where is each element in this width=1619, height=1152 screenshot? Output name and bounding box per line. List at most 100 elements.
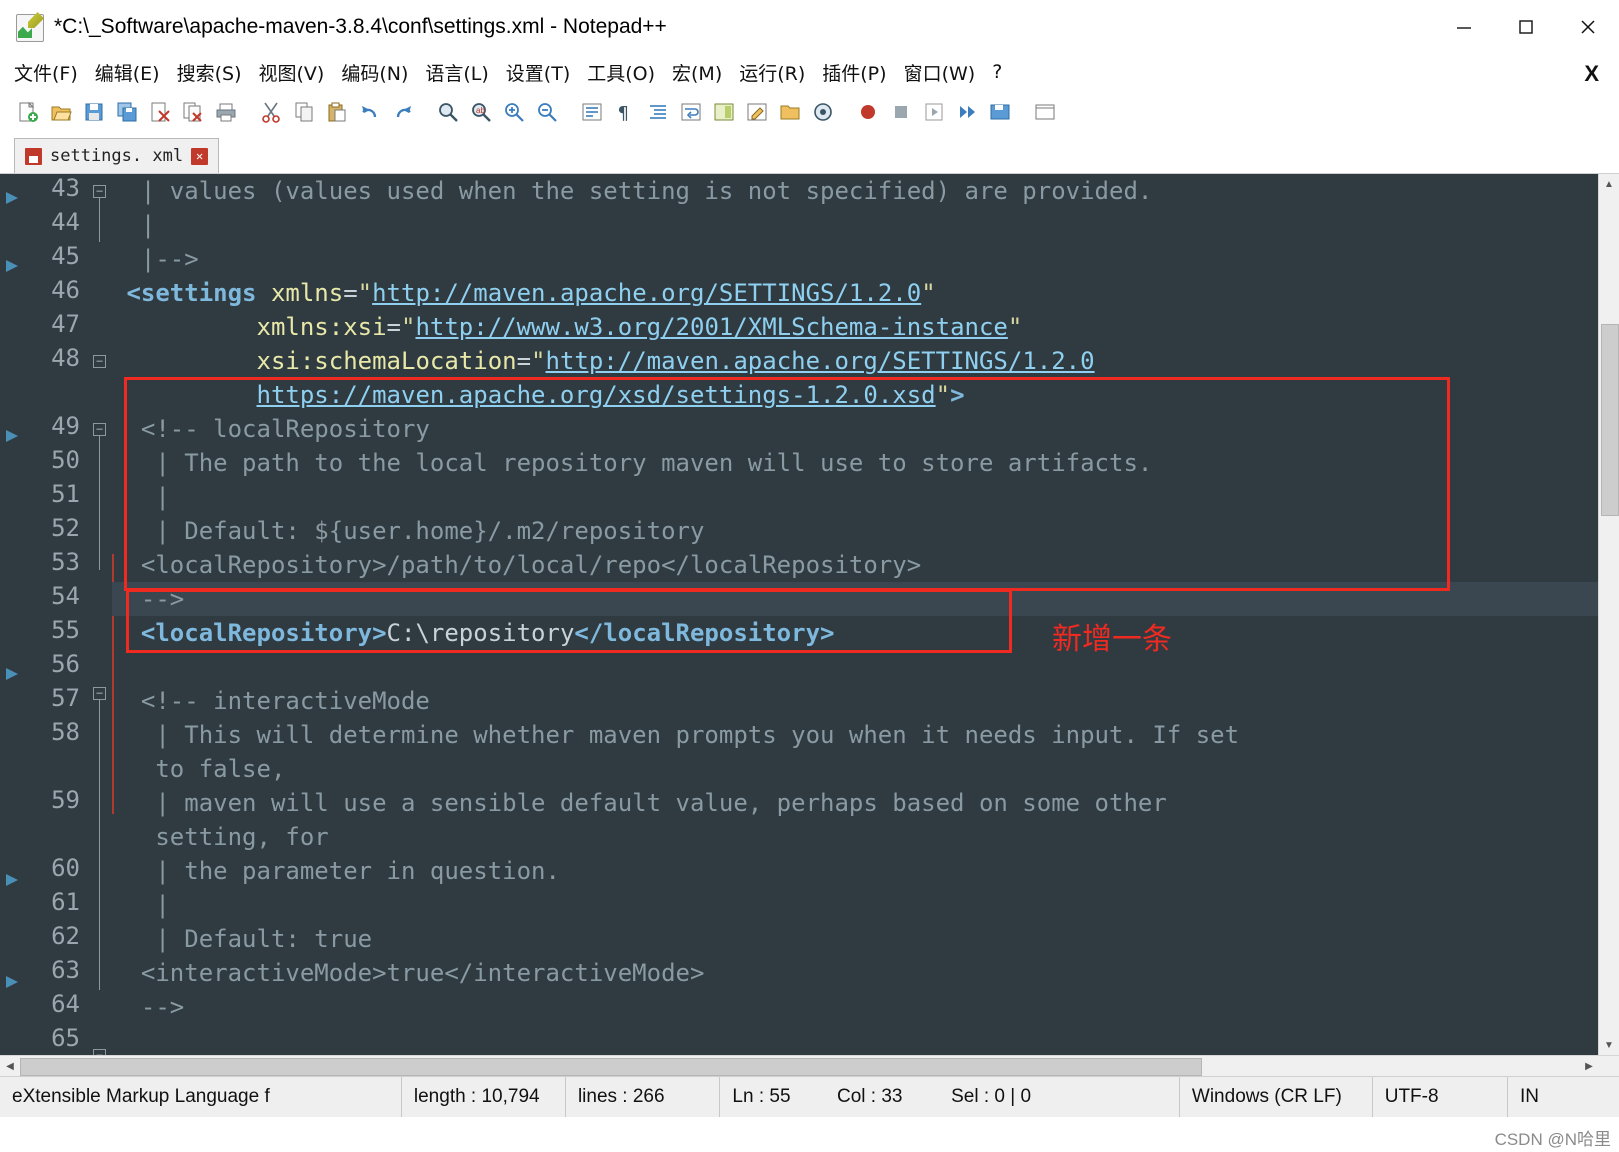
code-line[interactable]: | values (values used when the setting i… bbox=[112, 174, 1619, 208]
fold-column[interactable]: – – – – – bbox=[90, 174, 112, 1055]
zoom-in-icon[interactable] bbox=[500, 98, 528, 126]
fold-toggle[interactable]: – bbox=[93, 687, 106, 700]
status-encoding[interactable]: UTF-8 bbox=[1373, 1077, 1509, 1117]
code-text[interactable]: | values (values used when the setting i… bbox=[112, 174, 1619, 1055]
horizontal-scrollbar[interactable]: ◀ ▶ bbox=[0, 1055, 1619, 1076]
code-line[interactable]: xsi:schemaLocation="http://maven.apache.… bbox=[112, 344, 1619, 378]
indent-guide-icon[interactable] bbox=[644, 98, 672, 126]
run-icon[interactable] bbox=[1031, 98, 1059, 126]
new-file-icon[interactable] bbox=[14, 98, 42, 126]
menu-item-help[interactable]: ? bbox=[992, 61, 1002, 83]
code-line[interactable] bbox=[112, 1024, 1619, 1055]
fold-toggle[interactable]: – bbox=[93, 185, 106, 198]
status-language[interactable]: eXtensible Markup Language f bbox=[0, 1077, 402, 1117]
scroll-right-arrow[interactable]: ▶ bbox=[1579, 1056, 1599, 1076]
menu-item-run[interactable]: 运行(R) bbox=[739, 59, 805, 86]
scroll-down-arrow[interactable]: ▼ bbox=[1599, 1035, 1619, 1055]
bookmark-marker bbox=[6, 260, 18, 272]
line-number: 58 bbox=[51, 718, 80, 746]
replace-icon[interactable]: ab bbox=[467, 98, 495, 126]
code-line[interactable]: <!-- interactiveMode bbox=[112, 684, 1619, 718]
code-canvas[interactable]: | values (values used when the setting i… bbox=[112, 174, 1619, 1055]
record-macro-icon[interactable] bbox=[854, 98, 882, 126]
code-line[interactable]: https://maven.apache.org/xsd/settings-1.… bbox=[112, 378, 1619, 412]
scroll-up-arrow[interactable]: ▲ bbox=[1599, 174, 1619, 194]
menu-item-language[interactable]: 语言(L) bbox=[425, 59, 488, 86]
code-line[interactable]: | bbox=[112, 480, 1619, 514]
find-icon[interactable] bbox=[434, 98, 462, 126]
code-line[interactable]: | maven will use a sensible default valu… bbox=[112, 786, 1619, 854]
status-insert-mode[interactable]: IN bbox=[1508, 1077, 1619, 1117]
monitoring-icon[interactable] bbox=[809, 98, 837, 126]
show-all-characters-icon[interactable]: ¶ bbox=[611, 98, 639, 126]
code-line[interactable]: | Default: ${user.home}/.m2/repository bbox=[112, 514, 1619, 548]
redo-icon[interactable] bbox=[389, 98, 417, 126]
code-line[interactable]: | Default: true bbox=[112, 922, 1619, 956]
close-all-icon[interactable] bbox=[179, 98, 207, 126]
maximize-icon[interactable] bbox=[1495, 0, 1557, 54]
stop-recording-icon[interactable] bbox=[887, 98, 915, 126]
play-multiple-icon[interactable] bbox=[953, 98, 981, 126]
code-line[interactable]: <localRepository>C:\repository</localRep… bbox=[112, 616, 1619, 650]
minimize-icon[interactable] bbox=[1433, 0, 1495, 54]
user-defined-language-icon[interactable] bbox=[743, 98, 771, 126]
status-eol[interactable]: Windows (CR LF) bbox=[1180, 1077, 1373, 1117]
close-icon[interactable] bbox=[1557, 0, 1619, 54]
watermark-text: CSDN @N哈里 bbox=[1494, 1130, 1611, 1149]
code-line[interactable]: --> bbox=[112, 990, 1619, 1024]
line-number: 52 bbox=[51, 514, 80, 542]
line-number: 65 bbox=[51, 1024, 80, 1052]
line-number: 53 bbox=[51, 548, 80, 576]
menu-item-settings[interactable]: 设置(T) bbox=[506, 59, 570, 86]
vertical-scrollbar[interactable]: ▲ ▼ bbox=[1598, 174, 1619, 1055]
zoom-out-icon[interactable] bbox=[533, 98, 561, 126]
menu-item-file[interactable]: 文件(F) bbox=[14, 59, 78, 86]
scroll-left-arrow[interactable]: ◀ bbox=[0, 1056, 20, 1076]
open-file-icon[interactable] bbox=[47, 98, 75, 126]
print-icon[interactable] bbox=[212, 98, 240, 126]
copy-icon[interactable] bbox=[290, 98, 318, 126]
editor-area[interactable]: 43 44 45 46 47 48 49 50 51 52 53 54 55 56 57 58 59 60 61 62… bbox=[0, 174, 1619, 1055]
code-line[interactable]: | bbox=[112, 208, 1619, 242]
code-line[interactable]: <interactiveMode>true</interactiveMode> bbox=[112, 956, 1619, 990]
fold-toggle[interactable]: – bbox=[93, 355, 106, 368]
code-line[interactable]: |--> bbox=[112, 242, 1619, 276]
save-macro-icon[interactable] bbox=[986, 98, 1014, 126]
menu-item-search[interactable]: 搜索(S) bbox=[177, 59, 242, 86]
cut-icon[interactable] bbox=[257, 98, 285, 126]
code-line[interactable]: | bbox=[112, 888, 1619, 922]
vertical-scroll-thumb[interactable] bbox=[1601, 324, 1619, 516]
tab-settings-xml[interactable]: settings. xml ✕ bbox=[14, 138, 220, 173]
code-line[interactable]: <settings xmlns="http://maven.apache.org… bbox=[112, 276, 1619, 310]
sync-vertical-scroll-icon[interactable] bbox=[578, 98, 606, 126]
code-line[interactable]: --> bbox=[112, 582, 1619, 616]
code-line[interactable]: <!-- localRepository bbox=[112, 412, 1619, 446]
folder-as-workspace-icon[interactable] bbox=[776, 98, 804, 126]
menu-item-window[interactable]: 窗口(W) bbox=[904, 59, 976, 86]
code-line[interactable] bbox=[112, 650, 1619, 684]
menu-item-edit[interactable]: 编辑(E) bbox=[95, 59, 160, 86]
undo-icon[interactable] bbox=[356, 98, 384, 126]
code-line[interactable]: | the parameter in question. bbox=[112, 854, 1619, 888]
menu-item-view[interactable]: 视图(V) bbox=[259, 59, 325, 86]
save-icon[interactable] bbox=[80, 98, 108, 126]
code-line[interactable]: | The path to the local repository maven… bbox=[112, 446, 1619, 480]
horizontal-scroll-thumb[interactable] bbox=[20, 1058, 1202, 1076]
close-document-button[interactable]: X bbox=[1584, 61, 1599, 87]
code-line[interactable]: <localRepository>/path/to/local/repo</lo… bbox=[112, 548, 1619, 582]
menu-item-macro[interactable]: 宏(M) bbox=[672, 59, 722, 86]
word-wrap-icon[interactable] bbox=[677, 98, 705, 126]
paste-icon[interactable] bbox=[323, 98, 351, 126]
code-line[interactable]: xmlns:xsi="http://www.w3.org/2001/XMLSch… bbox=[112, 310, 1619, 344]
menu-item-plugins[interactable]: 插件(P) bbox=[822, 59, 886, 86]
fold-toggle[interactable]: – bbox=[93, 423, 106, 436]
status-length: length : 10,794 bbox=[402, 1077, 566, 1117]
code-line[interactable]: | This will determine whether maven prom… bbox=[112, 718, 1619, 786]
save-all-icon[interactable] bbox=[113, 98, 141, 126]
menu-item-tools[interactable]: 工具(O) bbox=[587, 59, 655, 86]
document-map-icon[interactable] bbox=[710, 98, 738, 126]
close-file-icon[interactable] bbox=[146, 98, 174, 126]
play-macro-icon[interactable] bbox=[920, 98, 948, 126]
menu-item-encoding[interactable]: 编码(N) bbox=[341, 59, 408, 86]
tab-close-icon[interactable]: ✕ bbox=[191, 147, 209, 165]
